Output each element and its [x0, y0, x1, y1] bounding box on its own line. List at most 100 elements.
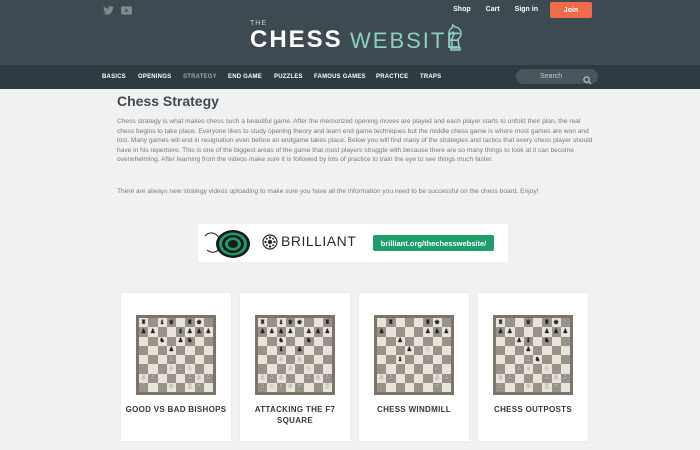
- nav-basics[interactable]: BASICS: [102, 65, 126, 89]
- board-square: [176, 373, 186, 383]
- board-square: ♝: [276, 345, 286, 355]
- board-square: [304, 345, 314, 355]
- search-input[interactable]: Search: [516, 69, 598, 85]
- board-square: ♟: [514, 336, 524, 346]
- card-caption: ATTACKING THE F7 SQUARE: [254, 405, 336, 425]
- board-square: ♘: [185, 364, 195, 374]
- board-square: [185, 355, 195, 365]
- board-square: ♙: [276, 373, 286, 383]
- board-square: [295, 327, 305, 337]
- board-square: [441, 382, 451, 392]
- board-square: ♙: [542, 373, 552, 383]
- board-square: [176, 318, 186, 328]
- board-square: [514, 355, 524, 365]
- strategy-card[interactable]: ♜ ♝ ♛ ♜ ♚ ♟ ♟ ♝ ♟ ♟ ♟ ♞ ♟ ♞ ♟ ♙ ♘ ♗ ♙ ♘ ♙ ♙ ♙ ♙ ♙ ♖ ♕ ♖ ♔ GOOD VS BA…: [121, 293, 231, 441]
- nav-strategy[interactable]: STRATEGY: [183, 65, 217, 89]
- board-square: [258, 355, 268, 365]
- board-square: ♖: [423, 355, 433, 365]
- board-square: [404, 364, 414, 374]
- board-square: [560, 364, 570, 374]
- site-logo[interactable]: THE CHESS WEBSITE: [250, 20, 465, 54]
- board-square: [496, 345, 506, 355]
- board-square: ♚: [295, 318, 305, 328]
- nav-practice[interactable]: PRACTICE: [376, 65, 408, 89]
- board-square: [505, 382, 515, 392]
- card-caption: CHESS WINDMILL: [377, 405, 451, 414]
- board-square: ♘: [157, 364, 167, 374]
- strategy-card[interactable]: ♜ ♝ ♛ ♚ ♜ ♟ ♟ ♟ ♟ ♟ ♟ ♟ ♞ ♞ ♝ ♟ ♗ ♙ ♙ ♘ ♙ ♙ ♙ ♙ ♙ ♙ ♖ ♘ ♗ ♕ ♔ ♖ ATTACKI…: [240, 293, 350, 441]
- board-square: [414, 373, 424, 383]
- board-square: [533, 373, 543, 383]
- board-square: ♜: [139, 318, 149, 328]
- board-square: ♙: [166, 355, 176, 365]
- site-header: Shop Cart Sign in Join THE CHESS WEBSITE: [0, 0, 700, 65]
- board-square: [377, 345, 387, 355]
- board-square: [560, 355, 570, 365]
- board-square: ♙: [514, 364, 524, 374]
- shop-link[interactable]: Shop: [453, 3, 471, 17]
- board-square: [166, 327, 176, 337]
- board-square: [560, 345, 570, 355]
- nav-famous-games[interactable]: FAMOUS GAMES: [314, 65, 366, 89]
- search-icon[interactable]: [583, 72, 592, 90]
- board-square: [148, 382, 158, 392]
- board-square: [404, 336, 414, 346]
- nav-puzzles[interactable]: PUZZLES: [274, 65, 303, 89]
- sponsor-banner[interactable]: BRILLIANT brilliant.org/thechesswebsite/: [198, 224, 508, 262]
- board-square: ♜: [322, 318, 332, 328]
- board-square: ♕: [432, 364, 442, 374]
- board-square: ♔: [432, 382, 442, 392]
- board-square: [414, 318, 424, 328]
- board-square: ♙: [505, 373, 515, 383]
- nav-end-game[interactable]: END GAME: [228, 65, 262, 89]
- board-square: ♘: [523, 373, 533, 383]
- board-square: [432, 345, 442, 355]
- cart-link[interactable]: Cart: [486, 3, 500, 17]
- brilliant-brand: BRILLIANT: [281, 233, 357, 249]
- board-square: ♙: [139, 373, 149, 383]
- board-square: ♝: [395, 355, 405, 365]
- board-square: [194, 364, 204, 374]
- join-button[interactable]: Join: [550, 2, 592, 18]
- nav-openings[interactable]: OPENINGS: [138, 65, 171, 89]
- board-square: [441, 336, 451, 346]
- board-square: [377, 364, 387, 374]
- board-square: [414, 382, 424, 392]
- board-square: ♕: [166, 382, 176, 392]
- board-square: [423, 373, 433, 383]
- board-square: ♙: [258, 373, 268, 383]
- board-square: [185, 345, 195, 355]
- board-square: [322, 345, 332, 355]
- board-square: [166, 336, 176, 346]
- brilliant-cta-button[interactable]: brilliant.org/thechesswebsite/: [373, 235, 494, 251]
- board-square: ♙: [551, 373, 561, 383]
- board-square: [551, 355, 561, 365]
- nav-traps[interactable]: TRAPS: [420, 65, 441, 89]
- board-square: [551, 336, 561, 346]
- strategy-card[interactable]: ♜ ♛ ♜ ♚ ♟ ♟ ♟ ♟ ♟ ♟ ♝ ♞ ♟ ♙ ♞ ♙ ♗ ♘ ♙ ♙ ♘ ♙ ♙ ♙ ♖ ♕ ♖ ♔ CHESS OUTPO…: [478, 293, 588, 441]
- board-square: [395, 327, 405, 337]
- board-square: [414, 327, 424, 337]
- twitter-icon[interactable]: [102, 5, 114, 15]
- board-square: [203, 345, 213, 355]
- sign-in-link[interactable]: Sign in: [515, 3, 538, 17]
- board-square: ♟: [441, 327, 451, 337]
- board-square: [148, 355, 158, 365]
- board-square: [166, 373, 176, 383]
- board-square: [203, 382, 213, 392]
- youtube-icon[interactable]: [120, 5, 132, 15]
- board-square: ♜: [258, 318, 268, 328]
- board-square: ♟: [304, 327, 314, 337]
- board-square: ♟: [185, 327, 195, 337]
- board-square: ♝: [176, 327, 186, 337]
- board-square: ♞: [185, 336, 195, 346]
- board-square: ♟: [194, 327, 204, 337]
- board-square: [267, 318, 277, 328]
- board-square: [423, 336, 433, 346]
- board-square: ♙: [304, 373, 314, 383]
- board-square: [560, 318, 570, 328]
- board-square: [542, 355, 552, 365]
- board-square: ♝: [523, 336, 533, 346]
- strategy-card[interactable]: ♜ ♜ ♚ ♟ ♟ ♟ ♟ ♟ ♟ ♘ ♝ ♖ ♕ ♙ ♙ ♙ ♙ ♔ CHESS WINDMILL: [359, 293, 469, 441]
- board-square: ♜: [185, 318, 195, 328]
